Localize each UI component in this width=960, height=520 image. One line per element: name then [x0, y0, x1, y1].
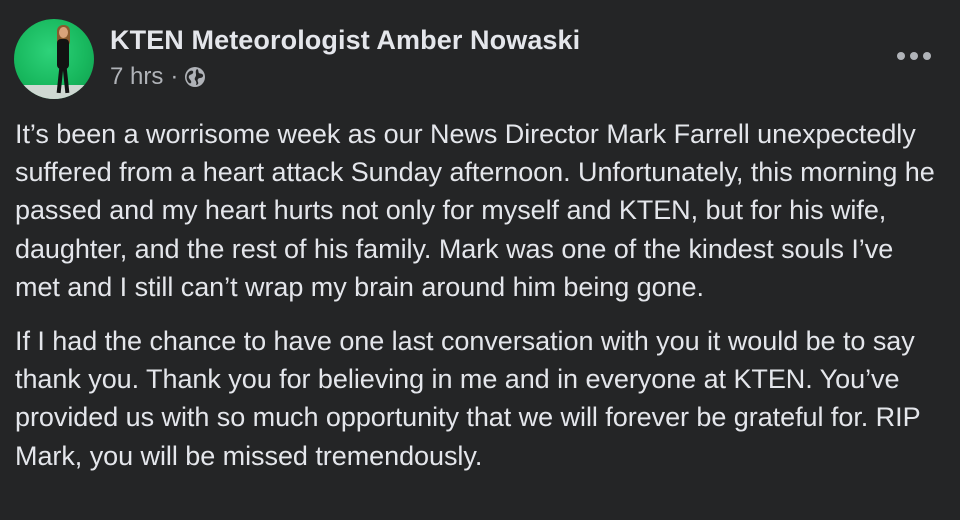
- post-body: It’s been a worrisome week as our News D…: [15, 115, 940, 491]
- post-meta: KTEN Meteorologist Amber Nowaski 7 hrs ·: [110, 19, 580, 92]
- post-header: KTEN Meteorologist Amber Nowaski 7 hrs ·: [14, 19, 580, 101]
- post-paragraph: If I had the chance to have one last con…: [15, 326, 921, 471]
- post-paragraph: It’s been a worrisome week as our News D…: [15, 119, 935, 302]
- more-options-icon[interactable]: [892, 36, 936, 76]
- post-timestamp[interactable]: 7 hrs: [110, 62, 163, 92]
- facebook-post: KTEN Meteorologist Amber Nowaski 7 hrs ·: [0, 0, 960, 520]
- avatar-figure-body: [57, 39, 69, 69]
- globe-icon[interactable]: [184, 66, 206, 88]
- author-avatar[interactable]: [14, 19, 94, 99]
- separator-dot: ·: [170, 63, 179, 90]
- avatar-figure-head: [59, 27, 68, 38]
- author-name[interactable]: KTEN Meteorologist Amber Nowaski: [110, 23, 580, 57]
- post-subline: 7 hrs ·: [110, 62, 580, 92]
- avatar-floor: [14, 85, 94, 99]
